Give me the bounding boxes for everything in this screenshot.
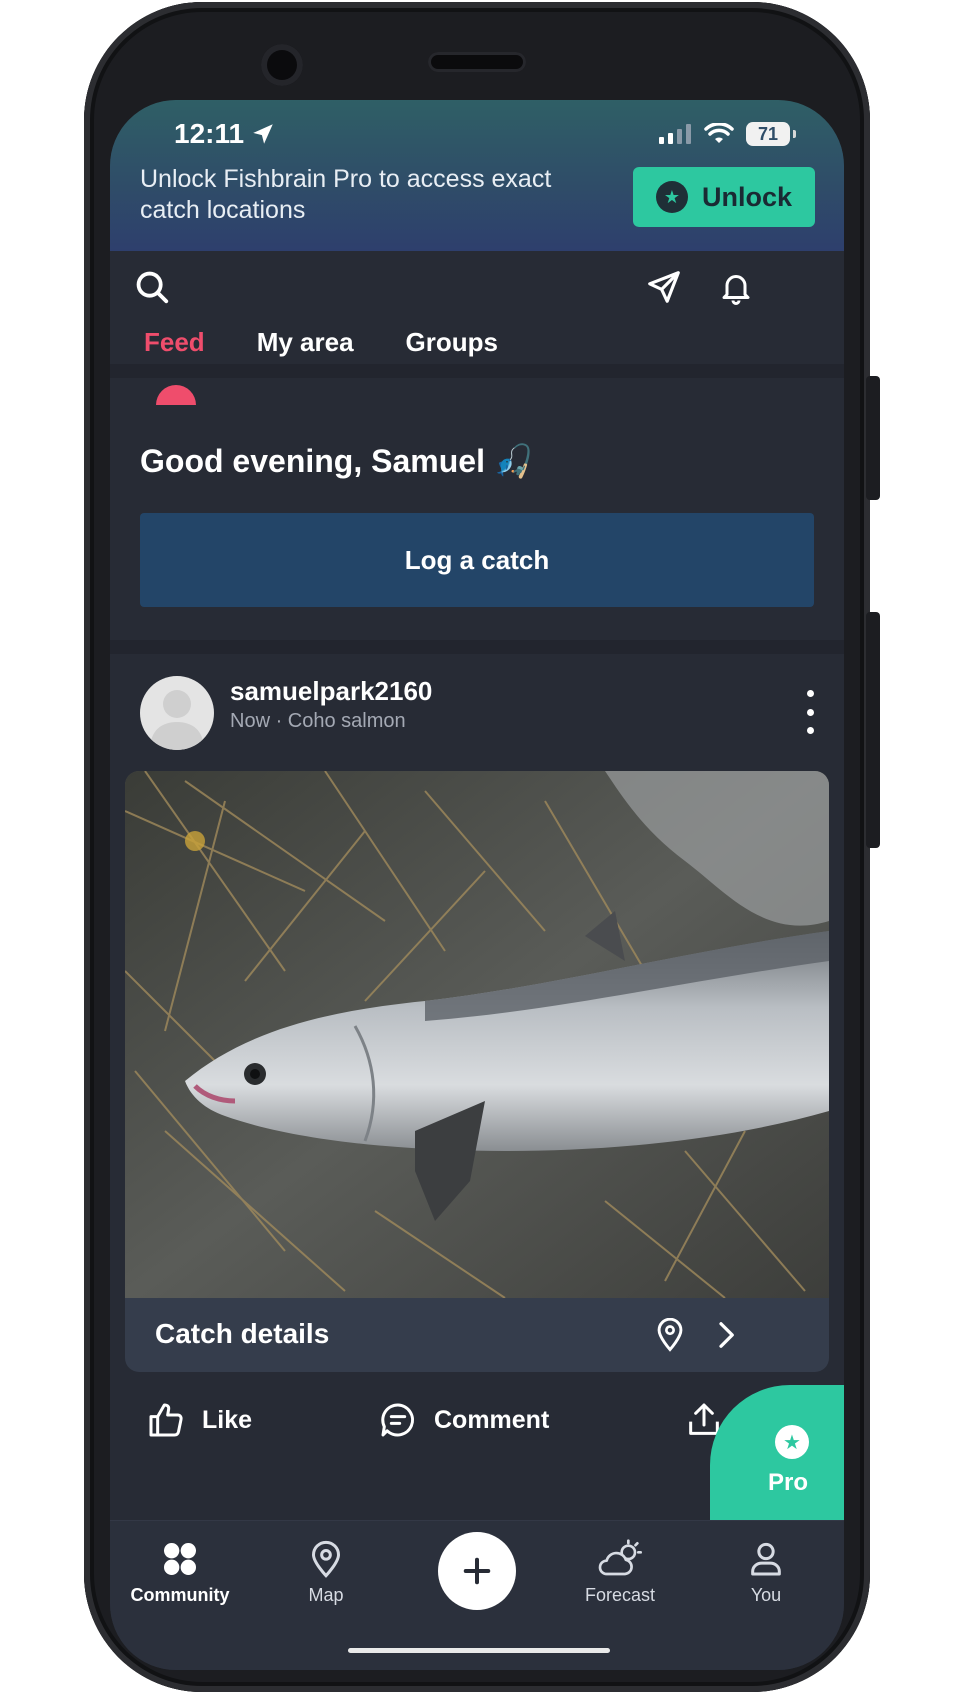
map-pin-icon (311, 1540, 341, 1578)
nav-you[interactable]: You (696, 1539, 836, 1606)
pro-star-icon: ★ (655, 181, 688, 213)
search-icon (136, 271, 169, 304)
active-tab-indicator (156, 385, 196, 405)
send-icon (648, 271, 680, 303)
status-time-text: 12:11 (174, 118, 245, 149)
nav-community[interactable]: Community (110, 1539, 250, 1606)
catch-photo[interactable] (125, 771, 829, 1298)
person-icon (751, 1542, 781, 1576)
location-arrow-icon (253, 124, 273, 144)
unlock-button[interactable]: ★ Unlock (633, 167, 815, 227)
app-screen: 12:11 71 Unlock Fishbrain Pro to access … (110, 100, 844, 1670)
nav-forecast-label: Forecast (584, 1585, 656, 1605)
comment-button[interactable]: Comment (378, 1400, 549, 1440)
catch-details-bar[interactable]: Catch details (125, 1298, 829, 1372)
greeting-heading: Good evening, Samuel 🎣 (140, 443, 534, 479)
catch-details-label: Catch details (155, 1318, 330, 1349)
post-username[interactable]: samuelpark2160 (230, 676, 432, 707)
feed-tabs: Feed My area Groups (144, 327, 498, 358)
section-divider (110, 364, 844, 378)
cellular-signal-icon (659, 124, 691, 144)
status-time: 12:11 (174, 118, 276, 150)
unlock-button-label: Unlock (701, 181, 793, 212)
log-catch-button[interactable]: Log a catch (140, 513, 814, 607)
post-meta: Now · Coho salmon (230, 710, 406, 732)
section-divider (110, 640, 844, 654)
nav-map[interactable]: Map (256, 1539, 396, 1606)
tab-my-area[interactable]: My area (257, 327, 354, 358)
tab-feed[interactable]: Feed (144, 327, 205, 358)
more-options-icon[interactable] (798, 690, 822, 734)
bell-icon (722, 275, 750, 305)
weather-icon (598, 1539, 642, 1576)
community-icon (164, 1543, 196, 1575)
avatar[interactable] (140, 676, 214, 750)
comment-label: Comment (434, 1405, 550, 1434)
add-catch-button[interactable] (438, 1532, 516, 1610)
chevron-right-icon (719, 1322, 734, 1348)
battery-indicator: 71 (746, 122, 796, 146)
earpiece-speaker (428, 52, 526, 72)
phone-side-button (866, 612, 880, 848)
wifi-icon (704, 123, 734, 143)
front-camera (261, 44, 303, 86)
like-button[interactable]: Like (146, 1400, 252, 1440)
status-indicators: 71 (658, 122, 796, 146)
nav-map-label: Map (308, 1585, 344, 1605)
nav-community-label: Community (130, 1585, 230, 1605)
location-pin-icon (657, 1318, 683, 1352)
nav-you-label: You (750, 1585, 782, 1605)
default-avatar-icon (150, 690, 204, 750)
tab-groups[interactable]: Groups (406, 327, 498, 358)
pro-fab-label: Pro (768, 1469, 809, 1496)
pro-promo-banner: 12:11 71 Unlock Fishbrain Pro to access … (110, 100, 844, 251)
search-button[interactable] (130, 265, 174, 309)
pro-star-icon: ★ (775, 1425, 809, 1459)
thumbs-up-icon (149, 1403, 183, 1437)
like-label: Like (202, 1405, 253, 1434)
nav-forecast[interactable]: Forecast (550, 1539, 690, 1606)
plus-icon (463, 1557, 491, 1585)
comment-icon (381, 1403, 414, 1437)
messages-button[interactable] (642, 265, 686, 309)
phone-side-button (866, 376, 880, 500)
promo-message: Unlock Fishbrain Pro to access exact cat… (140, 165, 552, 224)
notifications-button[interactable] (714, 265, 758, 309)
home-indicator[interactable] (348, 1648, 610, 1653)
coho-salmon-image (125, 771, 829, 1298)
